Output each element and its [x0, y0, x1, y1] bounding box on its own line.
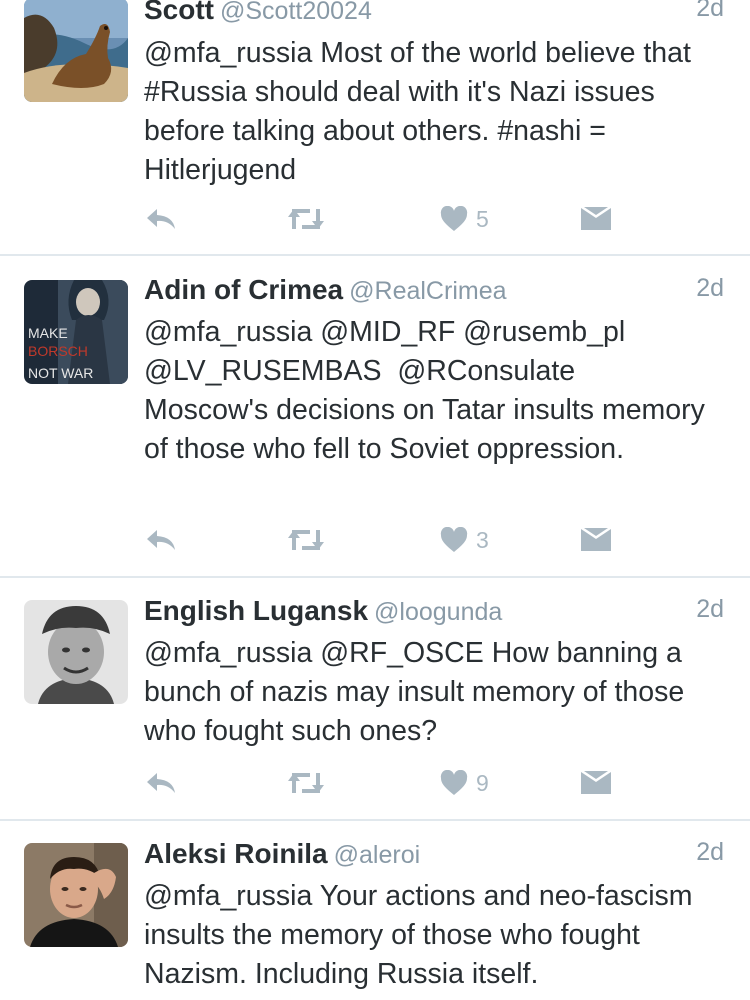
reply-icon: [147, 209, 175, 229]
tweet-4[interactable]: Aleksi Roinila @aleroi 2d @mfa_russia You…: [0, 821, 750, 1000]
avatar-scott[interactable]: [24, 0, 128, 102]
like-button[interactable]: 5: [440, 199, 489, 239]
poster-text-line2: BORSCH: [28, 343, 88, 359]
like-count: 5: [476, 205, 489, 232]
sea-lion-photo: [24, 0, 128, 102]
reply-icon: [147, 530, 175, 550]
author-handle[interactable]: @loogunda: [374, 598, 502, 626]
retweet-icon: [288, 209, 324, 229]
like-count: 3: [476, 526, 489, 553]
reply-button[interactable]: [144, 520, 178, 560]
tweet-text: @mfa_russia Most of the world believe th…: [144, 37, 699, 186]
author-name[interactable]: Aleksi Roinila: [144, 838, 328, 869]
author-name[interactable]: English Lugansk: [144, 595, 368, 626]
like-button[interactable]: 9: [440, 763, 489, 803]
tweet-timestamp[interactable]: 2d: [696, 274, 724, 303]
reply-button[interactable]: [144, 763, 178, 803]
retweet-button[interactable]: [286, 520, 326, 560]
retweet-icon: [288, 773, 324, 793]
author-name[interactable]: Adin of Crimea: [144, 274, 343, 305]
avatar-aleksi-roinila[interactable]: [24, 843, 128, 947]
avatar-adin-of-crimea[interactable]: MAKE BORSCH NOT WAR: [24, 280, 128, 384]
man-in-cap-photo: [24, 600, 128, 704]
poster-text-line1: MAKE: [28, 325, 68, 341]
tweet-actions: 9: [144, 763, 624, 803]
reply-icon: [147, 773, 175, 793]
direct-message-button[interactable]: [580, 763, 612, 803]
heart-icon: [440, 206, 468, 231]
tweet-timestamp[interactable]: 2d: [696, 0, 724, 23]
avatar-english-lugansk[interactable]: [24, 600, 128, 704]
envelope-icon: [581, 771, 611, 794]
like-count: 9: [476, 769, 489, 796]
tweet-timestamp[interactable]: 2d: [696, 838, 724, 867]
poster-text-line3: NOT WAR: [28, 365, 93, 381]
tweet-actions: 3: [144, 520, 624, 560]
author-handle[interactable]: @RealCrimea: [349, 277, 506, 305]
heart-icon: [440, 527, 468, 552]
author-handle[interactable]: @Scott20024: [220, 0, 372, 25]
tweet-timestamp[interactable]: 2d: [696, 595, 724, 624]
retweet-button[interactable]: [286, 199, 326, 239]
retweet-button[interactable]: [286, 763, 326, 803]
young-man-photo: [24, 843, 128, 947]
tweet-text: @mfa_russia @RF_OSCE How banning a bunch…: [144, 637, 693, 747]
tweet-3[interactable]: English Lugansk @loogunda 2d @mfa_russia …: [0, 578, 750, 820]
tweet-2[interactable]: MAKE BORSCH NOT WAR Adin of Crimea @RealC…: [0, 256, 750, 576]
direct-message-button[interactable]: [580, 520, 612, 560]
author-handle[interactable]: @aleroi: [334, 841, 421, 869]
tweet-actions: 5: [144, 199, 624, 239]
like-button[interactable]: 3: [440, 520, 489, 560]
tweet-text: @mfa_russia Your actions and neo-fascism…: [144, 880, 701, 990]
author-name[interactable]: Scott: [144, 0, 214, 25]
envelope-icon: [581, 207, 611, 230]
make-borsch-not-war-poster: MAKE BORSCH NOT WAR: [24, 280, 128, 384]
direct-message-button[interactable]: [580, 199, 612, 239]
heart-icon: [440, 770, 468, 795]
tweet-1[interactable]: Scott @Scott20024 2d @mfa_russia Most of …: [0, 0, 750, 255]
retweet-icon: [288, 530, 324, 550]
reply-button[interactable]: [144, 199, 178, 239]
tweet-text: @mfa_russia @MID_RF @rusemb_pl @LV_RUSEM…: [144, 316, 705, 465]
envelope-icon: [581, 528, 611, 551]
